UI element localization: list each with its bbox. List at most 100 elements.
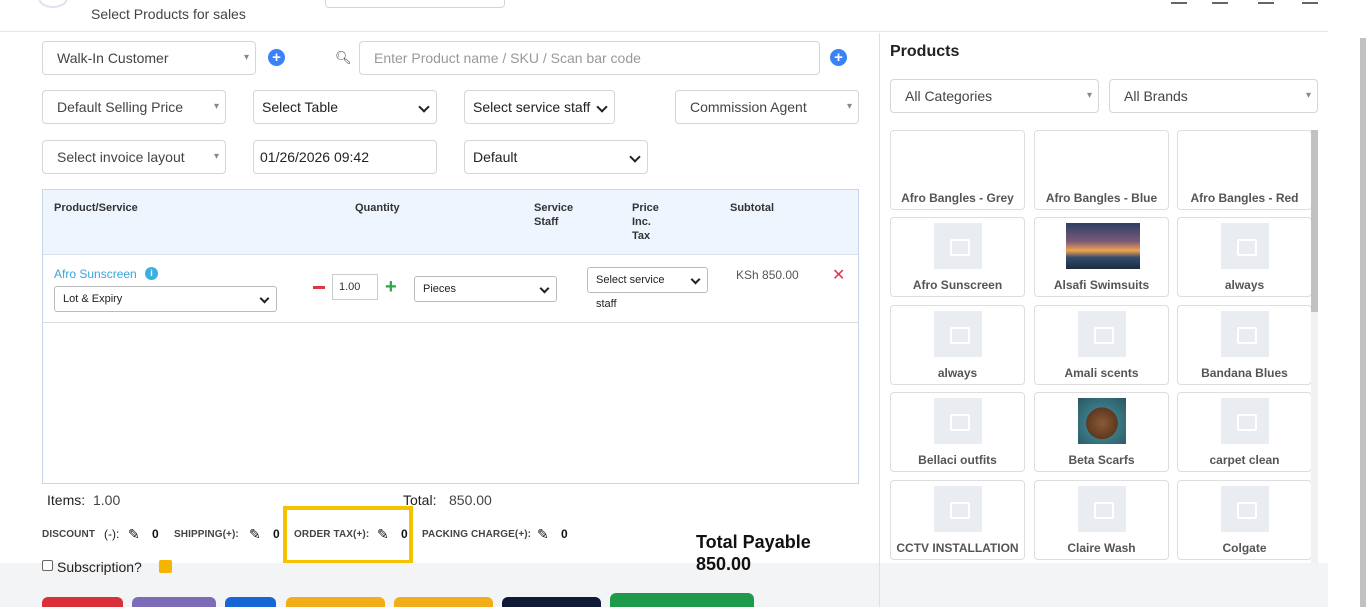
brand-select[interactable]: All Brands [1109,79,1318,113]
row-subtotal: KSh 850.00 [736,268,799,282]
add-customer-icon[interactable]: + [268,49,285,66]
product-card-label: Amali scents [1064,366,1139,380]
image-placeholder-icon [1221,398,1269,444]
row-service-staff-select[interactable]: Select service staff [587,267,708,310]
product-card[interactable]: Alsafi Swimsuits [1034,217,1169,297]
increase-qty-icon[interactable]: + [385,275,397,299]
product-image [1078,398,1126,444]
discount-value: 0 [152,527,159,541]
window-icon[interactable] [1258,0,1274,4]
card-button[interactable] [502,597,601,607]
edit-shipping-icon[interactable]: ✎ [249,526,261,543]
user-icon[interactable] [1212,0,1228,4]
unit-select[interactable]: Pieces [414,276,557,302]
price-group-select[interactable]: Default Selling Price [42,90,226,124]
shipping-label: SHIPPING(+): [174,529,239,540]
edit-packing-charge-icon[interactable]: ✎ [537,526,549,543]
image-placeholder-icon [1221,486,1269,532]
product-card[interactable]: Afro Sunscreen [890,217,1025,297]
category-select[interactable]: All Categories [890,79,1099,113]
product-card[interactable]: Colgate [1177,480,1312,560]
shipping-value: 0 [273,527,280,541]
table-select[interactable]: Select Table [253,90,437,124]
product-card-label: always [1224,278,1265,292]
product-card-label: Beta Scarfs [1068,453,1135,467]
remove-row-icon[interactable]: ✕ [832,265,845,285]
search-icon: 🔍︎ [335,50,352,65]
invoice-layout-select[interactable]: Select invoice layout [42,140,226,174]
page-scrollbar[interactable] [1360,38,1366,607]
draft-button[interactable] [132,597,216,607]
product-card-label: always [937,366,978,380]
subscription-edit-icon[interactable] [159,560,172,573]
pos-product-table: Product/Service Quantity Service Staff P… [42,189,859,484]
product-card[interactable]: Bellaci outfits [890,392,1025,472]
product-card[interactable]: CCTV INSTALLATION [890,480,1025,560]
product-card[interactable]: Afro Bangles - Red [1177,130,1312,210]
header-product: Product/Service [54,202,138,214]
page-header: Select Products for sales [0,0,1328,32]
items-label: Items: [47,492,86,508]
transaction-date-input[interactable]: 01/26/2026 09:42 [253,140,437,174]
product-card[interactable]: always [1177,217,1312,297]
add-product-icon[interactable]: + [830,49,847,66]
packing-charge-label: PACKING CHARGE(+): [422,529,532,540]
location-select[interactable] [325,0,505,8]
suspend-button[interactable] [286,597,385,607]
header-quantity: Quantity [355,202,400,214]
product-search-input[interactable]: Enter Product name / SKU / Scan bar code [359,41,820,75]
quantity-input[interactable]: 1.00 [332,274,378,300]
multiple-pay-button[interactable] [610,593,754,607]
service-staff-select[interactable]: Select service staff [464,90,615,124]
product-card-label: Afro Sunscreen [912,278,1003,292]
image-placeholder-icon [1221,311,1269,357]
product-card[interactable]: always [890,305,1025,385]
product-card-label: Bandana Blues [1201,366,1288,380]
image-placeholder-icon [934,486,982,532]
image-placeholder-icon [1078,486,1126,532]
calculator-icon[interactable] [1171,0,1187,4]
decrease-qty-icon[interactable] [313,286,325,289]
product-scrollbar-thumb[interactable] [1311,130,1318,312]
fullscreen-icon[interactable] [1302,0,1318,4]
subscription-checkbox[interactable] [42,560,53,571]
order-tax-highlight [283,506,413,564]
product-card[interactable]: Amali scents [1034,305,1169,385]
cancel-button[interactable] [42,597,123,607]
header-subtotal: Subtotal [730,202,774,214]
header-service-staff: Service Staff [534,202,574,228]
product-card[interactable]: Afro Bangles - Blue [1034,130,1169,210]
image-placeholder-icon [1221,223,1269,269]
total-payable: Total Payable 850.00 [696,531,811,575]
product-card[interactable]: Bandana Blues [1177,305,1312,385]
info-icon[interactable]: i [145,267,158,280]
quotation-button[interactable] [225,597,276,607]
product-card-label: CCTV INSTALLATION [896,541,1019,555]
table-row: Afro Sunscreen i Lot & Expiry 1.00 + Pie… [43,255,858,323]
image-placeholder-icon [934,223,982,269]
edit-discount-icon[interactable]: ✎ [128,526,140,543]
table-header: Product/Service Quantity Service Staff P… [43,190,858,255]
lot-expiry-select[interactable]: Lot & Expiry [54,286,277,312]
invoice-scheme-select[interactable]: Default [464,140,648,174]
commission-agent-select[interactable]: Commission Agent [675,90,859,124]
product-card[interactable]: carpet clean [1177,392,1312,472]
discount-sign: (-): [104,527,120,541]
product-name-link[interactable]: Afro Sunscreen [54,267,137,281]
product-card-label: Colgate [1222,541,1267,555]
products-title: Products [890,43,960,60]
page-subtitle: Select Products for sales [91,6,246,22]
image-placeholder-icon [934,398,982,444]
product-card[interactable]: Claire Wash [1034,480,1169,560]
product-card[interactable]: Beta Scarfs [1034,392,1169,472]
discount-label: DISCOUNT [42,529,96,540]
customer-select[interactable]: Walk-In Customer [42,41,256,75]
credit-sale-button[interactable] [394,597,493,607]
packing-charge-value: 0 [561,527,568,541]
image-placeholder-icon [934,311,982,357]
subscription-label: Subscription? [57,559,142,575]
items-value: 1.00 [93,492,121,508]
product-card-label: Bellaci outfits [918,453,997,467]
product-card[interactable]: Afro Bangles - Grey [890,130,1025,210]
product-card-label: Claire Wash [1067,541,1136,555]
